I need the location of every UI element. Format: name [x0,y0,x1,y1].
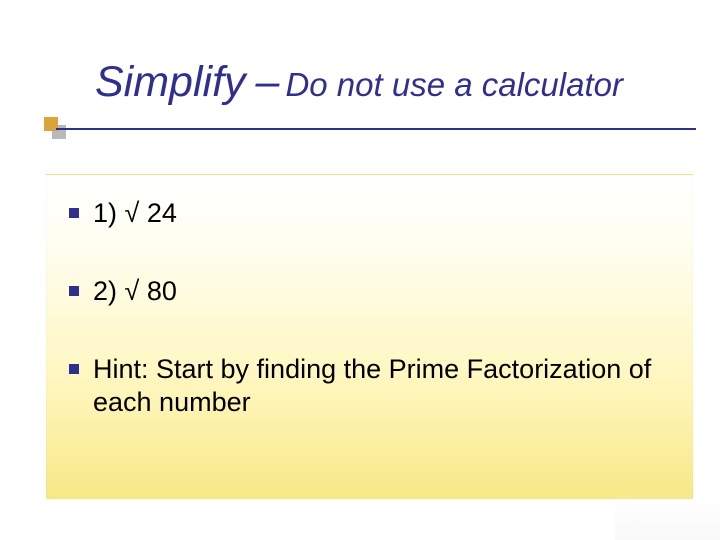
title-line: Simplify – Do not use a calculator [95,58,700,107]
title-underline-line [56,128,696,130]
list-item: 2) √ 80 [69,275,674,309]
bullet-text: 2) √ 80 [93,275,674,309]
list-item: 1) √ 24 [69,197,674,231]
list-item: Hint: Start by finding the Prime Factori… [69,353,674,421]
title-underline [44,128,696,130]
title-sub: Do not use a calculator [285,66,623,104]
bullet-square-icon [69,364,79,374]
title-underline-shadow [60,130,700,134]
title: Simplify – Do not use a calculator [95,58,700,107]
title-dash: – [256,58,280,107]
bullet-list: 1) √ 24 2) √ 80 Hint: Start by finding t… [69,197,674,420]
content-box: 1) √ 24 2) √ 80 Hint: Start by finding t… [46,174,693,500]
slide: Simplify – Do not use a calculator 1) √ … [0,0,720,540]
bullet-text: Hint: Start by finding the Prime Factori… [93,353,674,421]
bullet-text: 1) √ 24 [93,197,674,231]
bullet-square-icon [69,208,79,218]
corner-wash [615,494,720,540]
title-main: Simplify [95,58,246,107]
bullet-square-icon [69,286,79,296]
